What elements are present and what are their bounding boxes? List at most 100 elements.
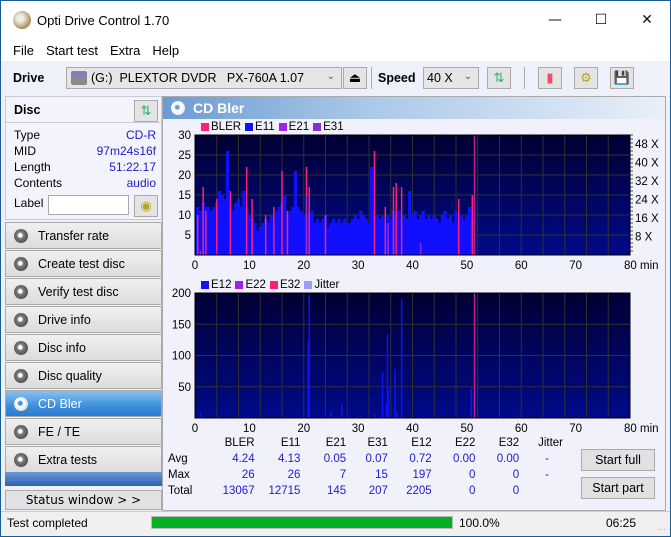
progress-text: 100.0% <box>459 516 500 530</box>
cell: 197 <box>412 469 432 481</box>
x-tick-label: 40 <box>406 260 419 272</box>
nav-label: Disc quality <box>38 368 102 383</box>
app-window: Opti Drive Control 1.70 — ☐ ✕ File Start… <box>0 0 671 537</box>
disc-refresh-button[interactable]: ⇅ <box>134 100 158 122</box>
nav-label: FE / TE <box>38 424 81 439</box>
toolbar-separator <box>524 67 525 89</box>
status-window-button[interactable]: Status window > > <box>5 490 162 510</box>
bar-e12 <box>341 404 343 418</box>
menu-extra[interactable]: Extra <box>104 43 146 58</box>
y-tick-label: 15 <box>178 190 191 202</box>
drive-value: (G:) PLEXTOR DVDR PX-760A 1.07 <box>91 71 305 85</box>
refresh-button[interactable]: ⇅ <box>487 67 511 89</box>
progress-bar <box>151 516 453 529</box>
nav-transfer-rate[interactable]: Transfer rate <box>5 222 162 249</box>
bar-bler <box>395 183 397 255</box>
cell: 7 <box>339 469 347 481</box>
bar-e12 <box>394 369 396 418</box>
speed-label: Speed <box>378 71 416 85</box>
eraser-icon: ▮ <box>546 70 554 86</box>
nav-disc-quality[interactable]: Disc quality <box>5 362 162 389</box>
nav-extra-tests[interactable]: Extra tests <box>5 446 162 473</box>
nav-fe-te[interactable]: FE / TE <box>5 418 162 445</box>
x-tick-label: 10 <box>243 260 256 272</box>
x-tick-label: 50 <box>460 423 473 432</box>
y-tick-label: 100 <box>172 351 191 363</box>
bar-bler <box>196 215 199 255</box>
bar-e12 <box>330 411 332 418</box>
bar-e21 <box>216 251 218 255</box>
bar-e21 <box>199 251 202 255</box>
cell: 26 <box>287 469 301 481</box>
cell: 4.13 <box>278 453 301 465</box>
menu-file[interactable]: File <box>1 43 40 58</box>
table-row: Total 13067 12715 145 207 2205 0 0 <box>163 483 563 499</box>
resize-grip-icon[interactable]: ⋯ <box>658 525 666 534</box>
eject-button[interactable]: ⏏ <box>343 67 367 89</box>
x-tick-label: 60 <box>515 260 528 272</box>
bar-bler <box>457 199 460 255</box>
nav-create-test-disc[interactable]: Create test disc <box>5 250 162 277</box>
eject-icon: ⏏ <box>348 70 362 86</box>
cell: 13067 <box>222 485 255 497</box>
x-tick-label: 20 <box>297 260 310 272</box>
cell: 0.00 <box>453 453 476 465</box>
nav-verify-test-disc[interactable]: Verify test disc <box>5 278 162 305</box>
x-tick-label: 70 <box>569 260 582 272</box>
nav-label: Create test disc <box>38 256 125 271</box>
nav-cd-bler[interactable]: CD Bler <box>5 390 162 417</box>
speed-select[interactable]: 40 X ⌄ <box>423 67 479 89</box>
row-label: Avg <box>168 453 188 465</box>
y-tick-label: 50 <box>178 382 191 394</box>
gears-icon: ⚙ <box>580 70 592 86</box>
bar-bler <box>229 191 232 255</box>
bar-bler <box>384 207 387 255</box>
y-tick-label: 20 <box>178 170 191 182</box>
bar-bler <box>273 207 275 255</box>
bar-bler <box>373 151 376 255</box>
x-tick-label: 70 <box>569 423 582 432</box>
nav-disc-info[interactable]: Disc info <box>5 334 162 361</box>
start-part-button[interactable]: Start part <box>581 477 655 499</box>
bar-bler <box>281 171 283 255</box>
y2-tick-label: 16 X <box>635 213 659 225</box>
refresh-arrows-icon: ⇅ <box>493 70 505 86</box>
status-text: Test completed <box>7 516 88 530</box>
elapsed-time: 06:25 <box>606 516 637 530</box>
options-button[interactable]: ⚙ <box>574 67 598 89</box>
mid-value: 97m24s16f <box>96 144 156 158</box>
save-button[interactable]: 💾 <box>610 67 634 89</box>
bar-bler <box>400 187 403 255</box>
write-label-button[interactable]: ◉ <box>134 195 158 217</box>
bar-bler <box>308 187 310 255</box>
bar-bler <box>202 187 204 255</box>
bar-bler <box>264 215 267 255</box>
nav-drive-info[interactable]: Drive info <box>5 306 162 333</box>
x-tick-label: 30 <box>352 260 365 272</box>
maximize-button[interactable]: ☐ <box>578 1 624 39</box>
y2-tick-label: 32 X <box>635 176 659 188</box>
erase-button[interactable]: ▮ <box>538 67 562 89</box>
drive-select[interactable]: (G:) PLEXTOR DVDR PX-760A 1.07 ⌄ <box>66 67 342 89</box>
bar-bler <box>245 167 248 255</box>
disc-icon <box>14 340 28 355</box>
close-button[interactable]: ✕ <box>624 1 670 39</box>
col-header: E11 <box>280 437 301 449</box>
label-input[interactable] <box>48 195 129 215</box>
y-tick-label: 150 <box>172 319 191 331</box>
disc-icon <box>14 228 28 243</box>
x-tick-label: 40 <box>406 423 419 432</box>
cell: 0 <box>512 485 520 497</box>
x-tick-label: 30 <box>352 423 365 432</box>
menu-start-test[interactable]: Start test <box>40 43 104 58</box>
bar-e12 <box>470 388 472 418</box>
bar-e12 <box>199 413 202 418</box>
minimize-button[interactable]: — <box>532 1 578 39</box>
start-full-button[interactable]: Start full <box>581 449 655 471</box>
row-label: Max <box>168 469 190 481</box>
bar-bler <box>324 215 327 255</box>
menu-help[interactable]: Help <box>146 43 185 58</box>
disc-icon <box>171 101 185 115</box>
col-header: BLER <box>224 437 255 449</box>
drive-icon <box>71 71 87 85</box>
